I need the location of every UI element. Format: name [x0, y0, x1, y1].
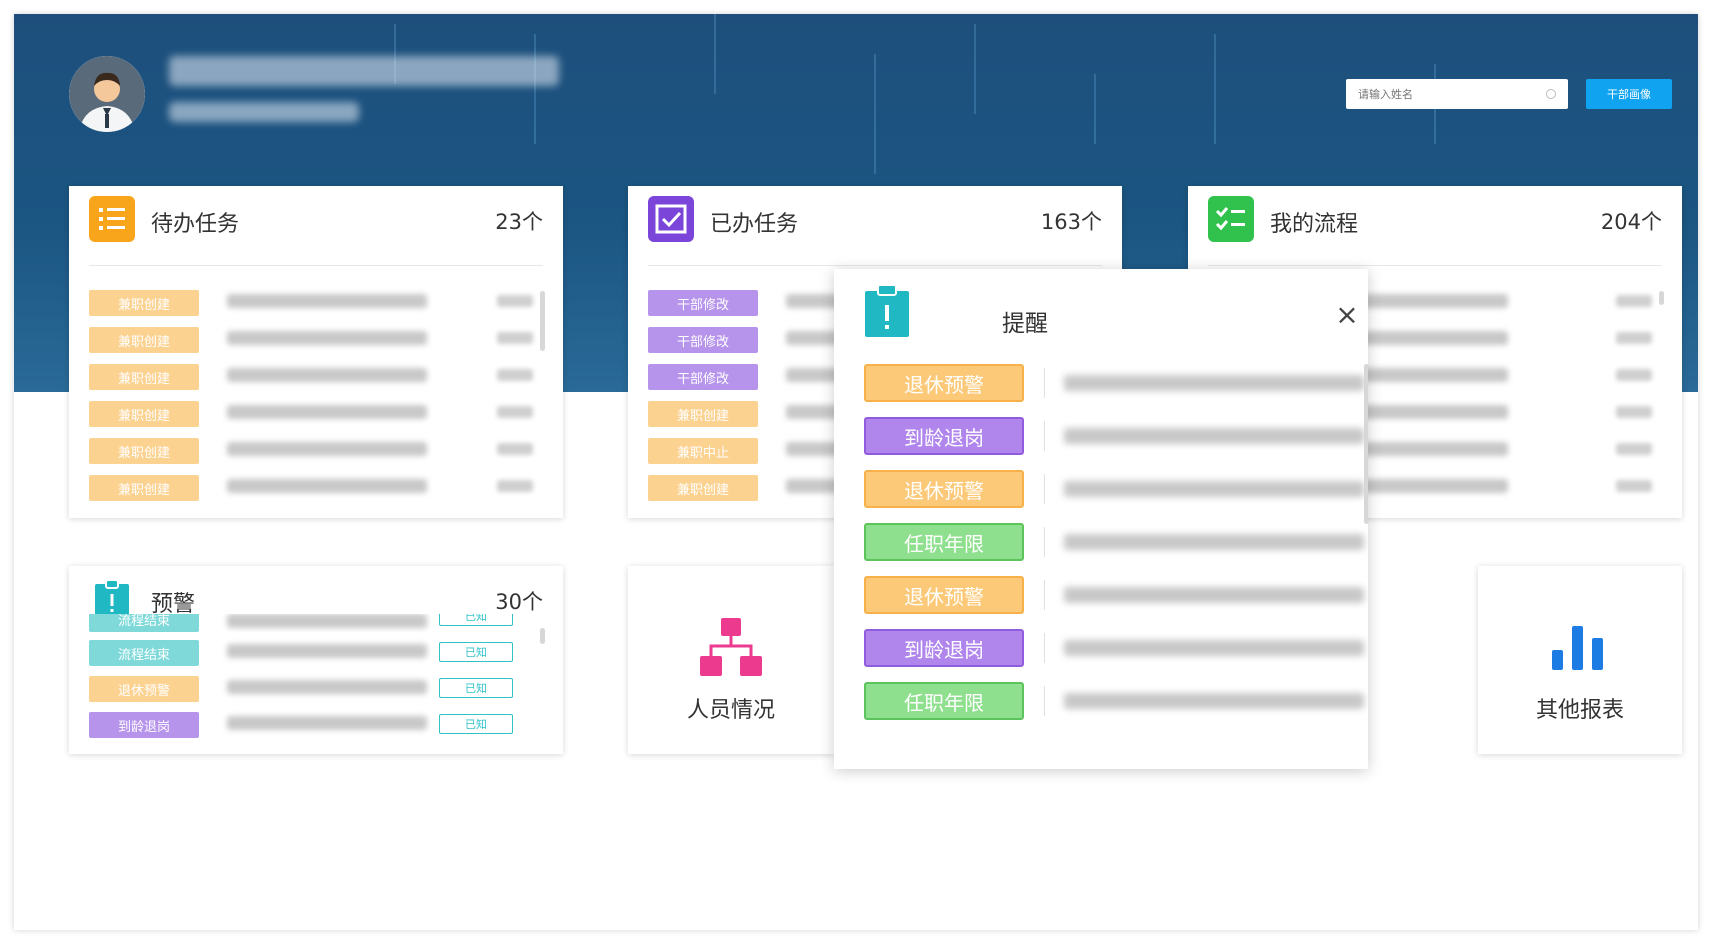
- reminder-row[interactable]: 任职年限: [864, 523, 1364, 567]
- org-chart-icon: [700, 618, 762, 676]
- cadre-portrait-button[interactable]: 干部画像: [1586, 79, 1672, 109]
- checked-box-icon: [648, 196, 694, 242]
- alert-clipboard-icon: [865, 284, 909, 337]
- list-item[interactable]: 兼职创建: [89, 323, 543, 357]
- type-tag: 兼职创建: [89, 475, 199, 501]
- type-tag: 流程结束: [89, 640, 199, 666]
- list-item[interactable]: 到龄退岗 已知: [89, 708, 543, 742]
- reminder-row[interactable]: 到龄退岗: [864, 629, 1364, 673]
- warning-count: 30个: [495, 590, 543, 614]
- search-icon[interactable]: [1546, 89, 1556, 99]
- type-tag: 兼职创建: [89, 401, 199, 427]
- done-title: 已办任务: [710, 212, 799, 237]
- dialog-title: 提醒: [1002, 311, 1048, 337]
- checklist-icon: [1208, 196, 1254, 242]
- type-tag: 退休预警: [864, 364, 1024, 402]
- user-name-redacted: [169, 56, 559, 86]
- acknowledge-button[interactable]: 已知: [439, 642, 513, 662]
- type-tag: 到龄退岗: [864, 629, 1024, 667]
- type-tag: 退休预警: [89, 676, 199, 702]
- type-tag: 兼职创建: [648, 475, 758, 501]
- reminder-row[interactable]: 到龄退岗: [864, 417, 1364, 461]
- list-item[interactable]: 退休预警 已知: [89, 672, 543, 706]
- close-icon[interactable]: ×: [1332, 298, 1362, 331]
- warning-scrollbar[interactable]: [540, 628, 545, 644]
- bar-chart-icon: [1552, 626, 1603, 670]
- type-tag: 兼职创建: [89, 327, 199, 353]
- type-tag: 干部修改: [648, 364, 758, 390]
- type-tag: 兼职创建: [648, 401, 758, 427]
- type-tag: 兼职中止: [648, 438, 758, 464]
- personnel-tile[interactable]: 人员情况: [628, 566, 834, 754]
- flow-card-header: 我的流程 204个: [1208, 186, 1662, 266]
- todo-title: 待办任务: [151, 212, 240, 237]
- list-item[interactable]: 兼职创建: [89, 471, 543, 505]
- reminder-row[interactable]: 退休预警: [864, 364, 1364, 408]
- todo-scrollbar[interactable]: [540, 291, 545, 351]
- acknowledge-button[interactable]: 已知: [439, 714, 513, 734]
- list-item[interactable]: 流程结束 已知: [89, 614, 543, 632]
- todo-count: 23个: [495, 210, 543, 234]
- avatar: [69, 56, 145, 132]
- reminder-dialog: 提醒 × 退休预警 到龄退岗 退休预警 任职年限 退休预警 到龄退岗 任职年限: [834, 269, 1368, 769]
- done-count: 163个: [1040, 210, 1102, 234]
- dialog-scrollbar[interactable]: [1364, 364, 1368, 524]
- warning-card: 预警 30个 流程结束 已知 流程结束 已知 退休预警 已知 到龄退岗 已知: [69, 566, 563, 754]
- user-avatar-icon: [69, 56, 145, 132]
- type-tag: 兼职创建: [89, 290, 199, 316]
- type-tag: 到龄退岗: [89, 712, 199, 738]
- type-tag: 流程结束: [89, 614, 199, 632]
- reminder-row[interactable]: 退休预警: [864, 470, 1364, 514]
- type-tag: 兼职创建: [89, 438, 199, 464]
- list-item[interactable]: 兼职创建: [89, 434, 543, 468]
- reports-label: 其他报表: [1535, 698, 1624, 723]
- name-search-box[interactable]: [1346, 79, 1568, 109]
- todo-card-header: 待办任务 23个: [89, 186, 543, 266]
- personnel-label: 人员情况: [686, 698, 775, 723]
- type-tag: 退休预警: [864, 470, 1024, 508]
- type-tag: 干部修改: [648, 327, 758, 353]
- search-input[interactable]: [1358, 87, 1546, 101]
- acknowledge-button[interactable]: 已知: [439, 678, 513, 698]
- type-tag: 兼职创建: [89, 364, 199, 390]
- type-tag: 任职年限: [864, 682, 1024, 720]
- user-subtitle-redacted: [169, 102, 359, 122]
- list-item[interactable]: 兼职创建: [89, 397, 543, 431]
- flow-count: 204个: [1600, 210, 1662, 234]
- todo-card: 待办任务 23个 兼职创建 兼职创建 兼职创建 兼职创建 兼职创建 兼职创建: [69, 186, 563, 518]
- list-item[interactable]: 兼职创建: [89, 360, 543, 394]
- reports-tile[interactable]: 其他报表: [1478, 566, 1682, 754]
- type-tag: 退休预警: [864, 576, 1024, 614]
- list-item[interactable]: 兼职创建: [89, 286, 543, 320]
- acknowledge-button[interactable]: 已知: [439, 614, 513, 626]
- type-tag: 任职年限: [864, 523, 1024, 561]
- reminder-row[interactable]: 任职年限: [864, 682, 1364, 726]
- reminder-row[interactable]: 退休预警: [864, 576, 1364, 620]
- done-card-header: 已办任务 163个: [648, 186, 1102, 266]
- list-item[interactable]: 流程结束 已知: [89, 636, 543, 670]
- page-frame: 干部画像 待办任务 23个 兼职创建 兼职创建 兼职创建 兼职创建 兼职创建 兼…: [14, 14, 1698, 930]
- task-list-icon: [89, 196, 135, 242]
- type-tag: 到龄退岗: [864, 417, 1024, 455]
- type-tag: 干部修改: [648, 290, 758, 316]
- flow-scrollbar[interactable]: [1659, 291, 1664, 305]
- flow-title: 我的流程: [1270, 212, 1359, 237]
